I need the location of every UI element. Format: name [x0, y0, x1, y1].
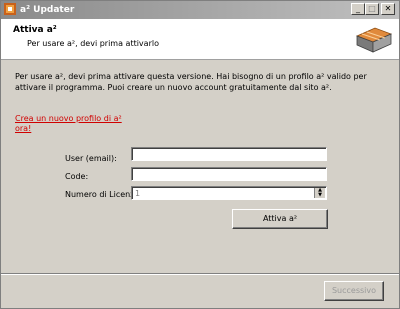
- updater-window: a² Updater _ □ ✕ Attiva a² Per usare a²,…: [0, 0, 400, 309]
- user-email-field[interactable]: [131, 147, 327, 161]
- app-icon: [4, 3, 16, 15]
- user-email-input[interactable]: [132, 148, 326, 160]
- title-bar[interactable]: a² Updater _ □ ✕: [1, 1, 399, 19]
- package-box-icon: [355, 27, 393, 53]
- spin-down-icon[interactable]: ▼: [315, 193, 325, 198]
- next-button[interactable]: Successivo: [324, 281, 384, 301]
- maximize-button[interactable]: □: [365, 3, 379, 15]
- user-email-label: User (email):: [65, 154, 117, 163]
- spin-control[interactable]: ▲ ▼: [314, 188, 325, 198]
- license-count-value: 1: [135, 189, 141, 198]
- license-count-stepper[interactable]: 1 ▲ ▼: [131, 186, 327, 200]
- page-subtitle: Per usare a², devi prima attivarlo: [27, 39, 159, 48]
- create-profile-link[interactable]: Crea un nuovo profilo di a² ora!: [15, 114, 125, 134]
- footer-separator: [1, 273, 399, 275]
- page-title: Attiva a²: [13, 25, 57, 35]
- activate-button[interactable]: Attiva a²: [232, 209, 328, 229]
- window-title: a² Updater: [20, 5, 75, 15]
- intro-text: Per usare a², devi prima attivare questa…: [15, 72, 367, 92]
- close-button[interactable]: ✕: [381, 3, 395, 15]
- license-count-label: Numero di Licenze:: [65, 190, 131, 199]
- code-label: Code:: [65, 172, 89, 181]
- wizard-header: Attiva a² Per usare a², devi prima attiv…: [1, 19, 399, 60]
- code-input[interactable]: [132, 168, 326, 180]
- code-field[interactable]: [131, 167, 327, 181]
- minimize-button[interactable]: _: [351, 3, 365, 15]
